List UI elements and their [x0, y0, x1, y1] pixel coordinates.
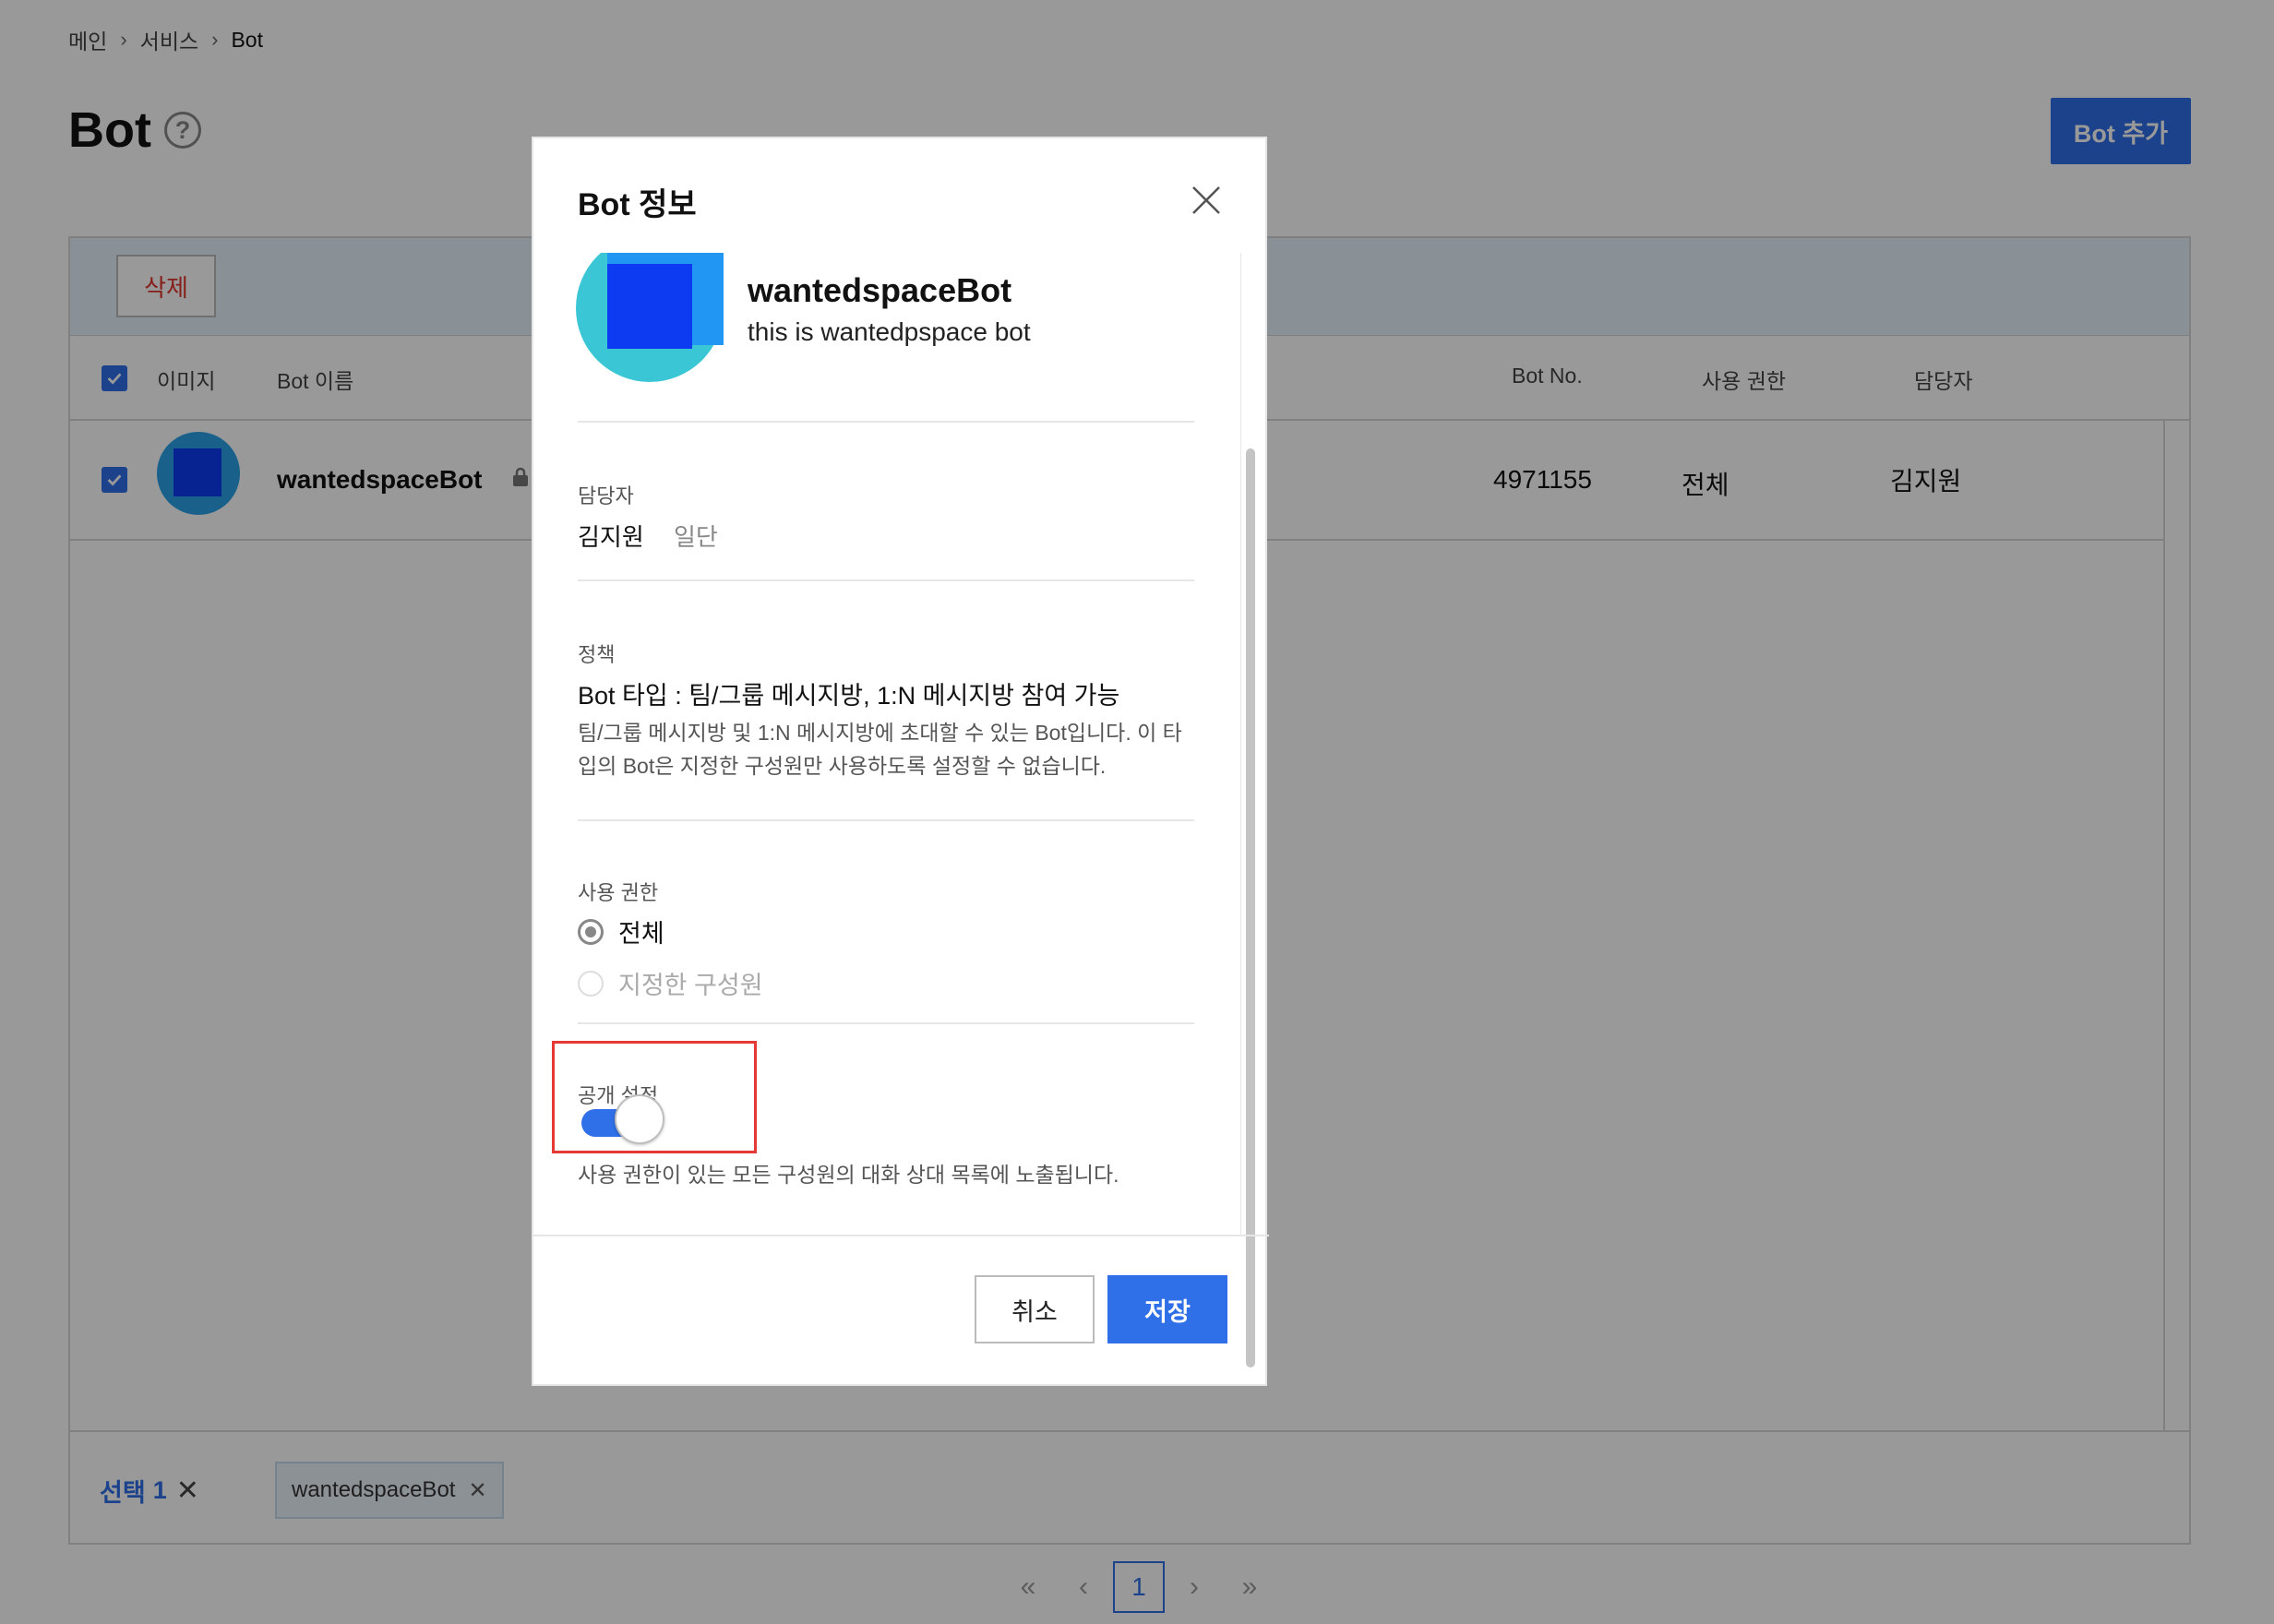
bot-profile-image — [576, 253, 724, 382]
policy-description: 팀/그룹 메시지방 및 1:N 메시지방에 초대할 수 있는 Bot입니다. 이… — [578, 716, 1205, 782]
bot-info-modal: Bot 정보 wantedspaceBot this is wantedpspa… — [532, 137, 1269, 1388]
manager-name: 김지원 — [578, 523, 644, 551]
public-setting-toggle[interactable] — [581, 1094, 664, 1144]
permission-radio-all[interactable]: 전체 — [578, 914, 664, 949]
radio-label: 전체 — [618, 920, 664, 948]
public-setting-description: 사용 권한이 있는 모든 구성원의 대화 상대 목록에 노출됩니다. — [578, 1163, 1119, 1187]
divider — [578, 421, 1194, 423]
policy-description-line: 팀/그룹 메시지방 및 1:N 메시지방에 초대할 수 있는 Bot입니다. 이… — [578, 721, 1182, 745]
divider — [578, 579, 1194, 581]
save-button[interactable]: 저장 — [1107, 1275, 1227, 1343]
policy-label: 정책 — [578, 643, 616, 666]
permission-radio-designated[interactable]: 지정한 구성원 — [578, 965, 763, 1001]
modal-body: wantedspaceBot this is wantedpspace bot … — [533, 253, 1269, 1235]
modal-title: Bot 정보 — [578, 187, 697, 222]
policy-type: Bot 타입 : 팀/그룹 메시지방, 1:N 메시지방 참여 가능 — [578, 682, 1120, 710]
radio-label: 지정한 구성원 — [618, 972, 763, 999]
cancel-button[interactable]: 취소 — [975, 1275, 1095, 1343]
divider — [578, 1022, 1194, 1024]
manager-department: 일단 — [674, 523, 718, 551]
toggle-knob — [615, 1094, 664, 1144]
bot-description: this is wantedpspace bot — [748, 317, 1031, 346]
permission-label: 사용 권한 — [578, 881, 659, 904]
radio-unchecked-icon — [578, 970, 604, 997]
bot-name: wantedspaceBot — [748, 271, 1012, 309]
close-icon[interactable] — [1191, 185, 1222, 216]
radio-checked-icon — [578, 918, 604, 945]
policy-description-line: 입의 Bot은 지정한 구성원만 사용하도록 설정할 수 없습니다. — [578, 754, 1107, 778]
manager-label: 담당자 — [578, 484, 634, 508]
divider — [578, 819, 1194, 821]
modal-footer: 취소 저장 — [533, 1235, 1269, 1388]
